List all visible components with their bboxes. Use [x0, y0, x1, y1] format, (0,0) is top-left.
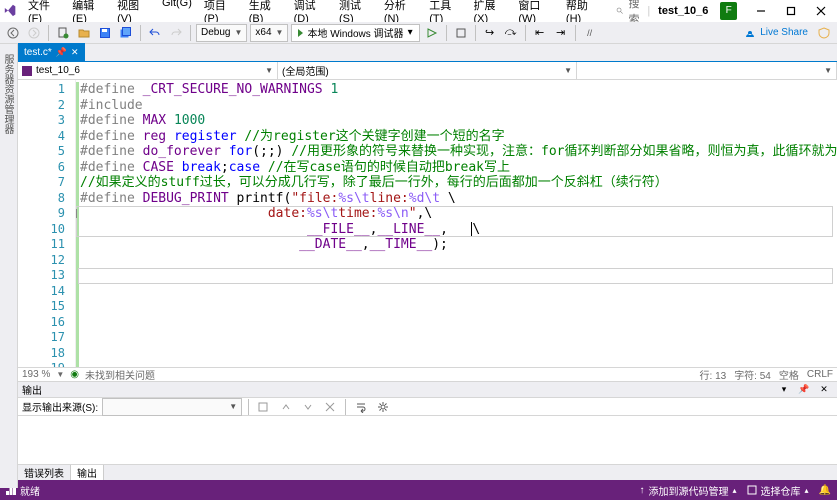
nav-bar: test_10_6▼ (全局范围)▼ ▼: [18, 62, 837, 80]
user-badge[interactable]: F: [720, 2, 737, 20]
repo-icon: [747, 485, 757, 495]
code-area[interactable]: #define _CRT_SECURE_NO_WARNINGS 1#includ…: [76, 80, 837, 367]
file-tab-label: test.c*: [24, 47, 52, 58]
close-button[interactable]: [809, 2, 833, 20]
open-button[interactable]: [75, 24, 93, 42]
output-next-button[interactable]: [299, 398, 317, 416]
step-button[interactable]: ↪: [481, 24, 499, 42]
minimize-button[interactable]: [749, 2, 773, 20]
main-toolbar: Debug▼ x64▼ 本地 Windows 调试器▾ ↪ ⤼ ⇤ ⇥ // L…: [0, 22, 837, 44]
output-pin-button[interactable]: 📌: [795, 381, 813, 399]
issues-icon: ◉: [70, 369, 79, 380]
output-panel: 输出 ▾ 📌 ✕ 显示输出来源(S): ▼: [18, 382, 837, 464]
outdent-button[interactable]: ⇤: [531, 24, 549, 42]
output-settings-button[interactable]: [374, 398, 392, 416]
code-editor[interactable]: 1234567891011121314151617181920 #define …: [18, 80, 837, 368]
status-repo[interactable]: 选择仓库▴: [747, 483, 809, 498]
file-tab-test-c[interactable]: test.c* 📌 ✕: [18, 43, 85, 61]
run-button[interactable]: 本地 Windows 调试器▾: [291, 24, 419, 42]
status-scm[interactable]: ↑添加到源代码管理▴: [640, 483, 737, 498]
output-source-label: 显示输出来源(S):: [22, 399, 98, 414]
status-bar: 就绪 ↑添加到源代码管理▴ 选择仓库▴ 🔔: [0, 480, 837, 500]
output-close-button[interactable]: ✕: [815, 381, 833, 399]
output-wrap-button[interactable]: [352, 398, 370, 416]
output-clear-button[interactable]: [321, 398, 339, 416]
redo-button[interactable]: [167, 24, 185, 42]
cpp-icon: [22, 66, 32, 76]
output-body[interactable]: [18, 416, 837, 464]
run-noattach-button[interactable]: [423, 24, 441, 42]
output-goto-button[interactable]: [255, 398, 273, 416]
zoom-level[interactable]: 193 %: [22, 369, 50, 380]
nav-back-button[interactable]: [4, 24, 22, 42]
output-autohide-button[interactable]: ▾: [775, 381, 793, 399]
output-source-combo[interactable]: ▼: [102, 398, 242, 416]
search-icon: [616, 5, 624, 17]
platform-combo[interactable]: x64▼: [250, 24, 288, 42]
pin-icon[interactable]: 📌: [56, 47, 67, 58]
liveshare-icon: [744, 27, 756, 39]
nav-project-combo[interactable]: test_10_6▼: [18, 62, 278, 79]
save-button[interactable]: [96, 24, 114, 42]
indent-button[interactable]: ⇥: [552, 24, 570, 42]
bottom-tabs: 错误列表输出: [18, 464, 837, 480]
vs-logo-icon: [4, 4, 17, 18]
close-icon[interactable]: ✕: [71, 47, 79, 58]
undo-button[interactable]: [146, 24, 164, 42]
nav-fwd-button[interactable]: [25, 24, 43, 42]
tab-well: test.c* 📌 ✕: [0, 44, 837, 62]
output-title: 输出: [22, 382, 42, 397]
bottom-tab[interactable]: 输出: [71, 465, 104, 480]
save-all-button[interactable]: [117, 24, 135, 42]
title-bar: 文件(F)编辑(E)视图(V)Git(G)项目(P)生成(B)调试(D)测试(S…: [0, 0, 837, 22]
gear-icon: [377, 401, 389, 413]
nav-scope-combo[interactable]: (全局范围)▼: [278, 62, 577, 79]
live-share-button[interactable]: Live Share: [740, 27, 812, 39]
window-controls: [749, 2, 833, 20]
output-prev-button[interactable]: [277, 398, 295, 416]
sidebar-tabs: 服务器资源管理器工具箱: [0, 44, 18, 488]
sidebar-tab[interactable]: 服务器资源管理器: [0, 48, 17, 488]
config-combo[interactable]: Debug▼: [196, 24, 247, 42]
process-button[interactable]: [452, 24, 470, 42]
admin-icon[interactable]: [815, 24, 833, 42]
status-bell-icon[interactable]: 🔔: [819, 485, 831, 496]
project-name: test_10_6: [658, 5, 708, 17]
comment-button[interactable]: //: [581, 24, 599, 42]
editor-info-bar: 193 % ▼ ◉ 未找到相关问题 行: 13 字符: 54 空格 CRLF: [18, 368, 837, 382]
issues-label: 未找到相关问题: [85, 367, 155, 382]
bottom-tab[interactable]: 错误列表: [18, 465, 71, 480]
step-over-button[interactable]: ⤼: [502, 24, 520, 42]
maximize-button[interactable]: [779, 2, 803, 20]
nav-member-combo[interactable]: ▼: [577, 62, 837, 79]
new-item-button[interactable]: [54, 24, 72, 42]
line-gutter: 1234567891011121314151617181920: [18, 80, 76, 367]
